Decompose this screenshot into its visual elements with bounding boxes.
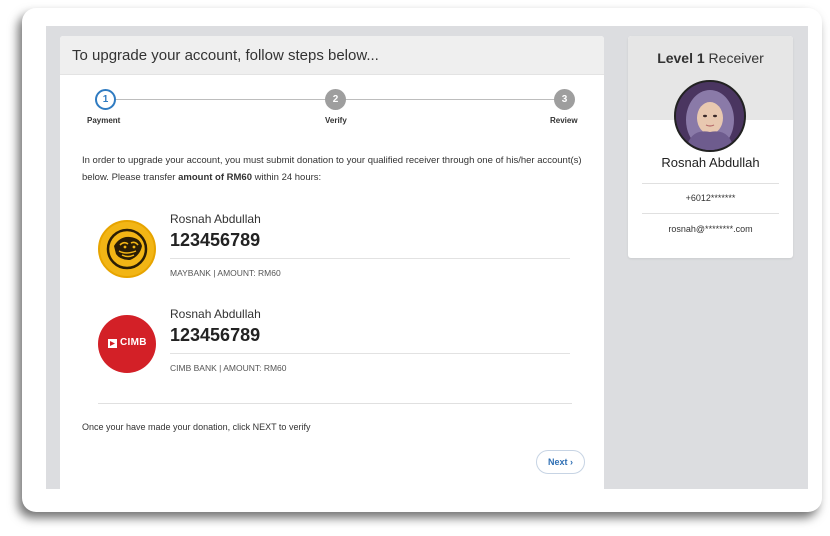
receiver-level-title: Level 1 Receiver — [628, 50, 793, 66]
next-button[interactable]: Next › — [536, 450, 585, 474]
progress-stepper: 1 Payment 2 Verify 3 Review — [60, 86, 604, 130]
account-holder-name: Rosnah Abdullah — [170, 307, 261, 321]
receiver-avatar — [674, 80, 746, 152]
instructions-amount: amount of RM60 — [178, 172, 252, 183]
account-bank-amount: MAYBANK | AMOUNT: RM60 — [170, 268, 281, 278]
tiger-icon — [106, 228, 148, 270]
section-divider — [98, 403, 572, 404]
step-3-circle[interactable]: 3 — [554, 89, 575, 110]
account-divider — [170, 353, 570, 354]
cimb-logo-text: CIMB — [120, 337, 147, 348]
receiver-email: rosnah@********.com — [668, 224, 753, 234]
account-bank-amount: CIMB BANK | AMOUNT: RM60 — [170, 363, 287, 373]
step-2-circle[interactable]: 2 — [325, 89, 346, 110]
avatar-photo — [676, 82, 744, 150]
cimb-logo: CIMB — [98, 315, 156, 373]
receiver-divider — [642, 213, 779, 214]
receiver-name: Rosnah Abdullah — [661, 155, 760, 170]
account-number: 123456789 — [170, 325, 261, 345]
page-canvas: To upgrade your account, follow steps be… — [46, 26, 808, 489]
next-step-note: Once your have made your donation, click… — [82, 422, 311, 432]
account-divider — [170, 258, 570, 259]
receiver-phone: +6012******* — [685, 193, 736, 203]
receiver-level-suffix: Receiver — [704, 50, 764, 66]
panel-title: To upgrade your account, follow steps be… — [60, 36, 604, 75]
step-2-label: Verify — [325, 116, 347, 125]
instructions-post: within 24 hours: — [252, 172, 322, 183]
account-holder-name: Rosnah Abdullah — [170, 212, 261, 226]
step-1-label: Payment — [87, 116, 121, 125]
step-1-circle[interactable]: 1 — [95, 89, 116, 110]
instructions-text: In order to upgrade your account, you mu… — [82, 152, 582, 186]
account-card-maybank: Rosnah Abdullah 123456789 MAYBANK | AMOU… — [98, 212, 570, 296]
maybank-tiger-logo — [98, 220, 156, 278]
receiver-divider — [642, 183, 779, 184]
receiver-card: Level 1 Receiver Rosnah Abdullah +6012**… — [628, 36, 793, 258]
account-number: 123456789 — [170, 230, 261, 250]
step-3-label: Review — [550, 116, 578, 125]
upgrade-panel: To upgrade your account, follow steps be… — [60, 36, 604, 489]
receiver-level: Level 1 — [657, 50, 705, 66]
instructions-pre: In order to upgrade your account, you mu… — [82, 155, 582, 183]
account-card-cimb: CIMB Rosnah Abdullah 123456789 CIMB BANK… — [98, 307, 570, 391]
